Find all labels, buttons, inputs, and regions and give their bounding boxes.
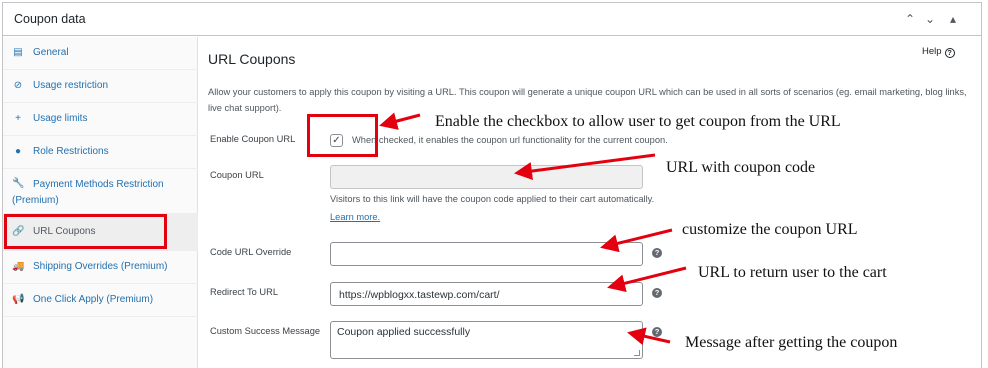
redirect-to-url-field[interactable]: https://wpblogxx.tastewp.com/cart/ [330,282,643,306]
truck-icon: 🚚 [12,261,25,272]
coupon-url-field[interactable] [330,165,643,189]
tab-label: Usage restriction [33,80,109,91]
tab-label: Role Restrictions [33,146,109,157]
enable-coupon-url-description: When checked, it enables the coupon url … [352,135,668,145]
url-coupons-panel: URL Coupons Help? Allow your customers t… [199,37,983,368]
coupon-tabs-sidebar: ▤ General ⊘ Usage restriction + Usage li… [3,37,198,368]
tab-label: Shipping Overrides (Premium) [33,261,168,272]
coupon-data-panel: Coupon data ⌃ ⌄ ▴ ▤ General ⊘ Usage rest… [2,2,982,368]
section-title: URL Coupons [208,51,296,67]
help-tip-icon[interactable]: ? [652,327,662,337]
help-tip-icon[interactable]: ? [652,288,662,298]
wrench-icon: 🔧 [12,178,25,189]
coupon-url-label: Coupon URL [210,170,264,180]
tab-shipping-overrides[interactable]: 🚚 Shipping Overrides (Premium) [3,251,198,284]
custom-success-message-label: Custom Success Message [210,326,321,336]
block-icon: ⊘ [13,80,23,91]
tab-usage-restriction[interactable]: ⊘ Usage restriction [3,70,198,103]
tab-usage-limits[interactable]: + Usage limits [3,103,198,136]
tab-label: Payment Methods Restriction [33,179,164,190]
tab-general[interactable]: ▤ General [3,37,198,70]
chevron-down-icon[interactable]: ⌄ [922,11,938,27]
redirect-to-url-label: Redirect To URL [210,287,279,297]
code-url-override-field[interactable] [330,242,643,266]
annotation-success-message: Message after getting the coupon [685,334,898,351]
custom-success-message-field[interactable]: Coupon applied successfully [330,321,643,359]
section-description: Allow your customers to apply this coupo… [208,87,967,113]
tab-payment-methods-restriction[interactable]: 🔧 Payment Methods Restriction (Premium) [3,169,198,214]
checkbox-highlight-box [307,114,378,157]
annotation-override: customize the coupon URL [682,221,858,238]
tab-label-premium: (Premium) [12,195,59,206]
tab-label: Usage limits [33,113,88,124]
megaphone-icon: 📢 [12,294,25,305]
annotation-checkbox: Enable the checkbox to allow user to get… [435,113,841,130]
ticket-icon: ▤ [13,47,23,58]
help-link[interactable]: Help? [922,46,955,58]
help-label: Help [922,46,942,57]
triangle-toggle-icon[interactable]: ▴ [945,11,961,27]
coupon-url-description: Visitors to this link will have the coup… [330,194,655,204]
user-icon: ● [14,146,22,157]
tab-label: One Click Apply (Premium) [33,294,154,305]
annotation-redirect: URL to return user to the cart [698,264,887,281]
plus-icon: + [15,113,21,124]
tab-highlight-box [4,214,167,249]
code-url-override-label: Code URL Override [210,247,292,257]
custom-success-message-value: Coupon applied successfully [337,326,471,338]
help-icon: ? [944,48,955,58]
help-tip-icon[interactable]: ? [652,248,662,258]
tab-role-restrictions[interactable]: ● Role Restrictions [3,136,198,169]
resize-grip-icon[interactable] [634,350,640,356]
tab-one-click-apply[interactable]: 📢 One Click Apply (Premium) [3,284,198,317]
tab-label: General [33,47,69,58]
annotation-coupon-url: URL with coupon code [666,159,816,176]
panel-title: Coupon data [14,12,86,26]
enable-coupon-url-label: Enable Coupon URL [210,134,296,144]
panel-header: Coupon data ⌃ ⌄ ▴ [3,3,981,36]
learn-more-link[interactable]: Learn more. [330,212,380,222]
chevron-up-icon[interactable]: ⌃ [902,11,918,27]
